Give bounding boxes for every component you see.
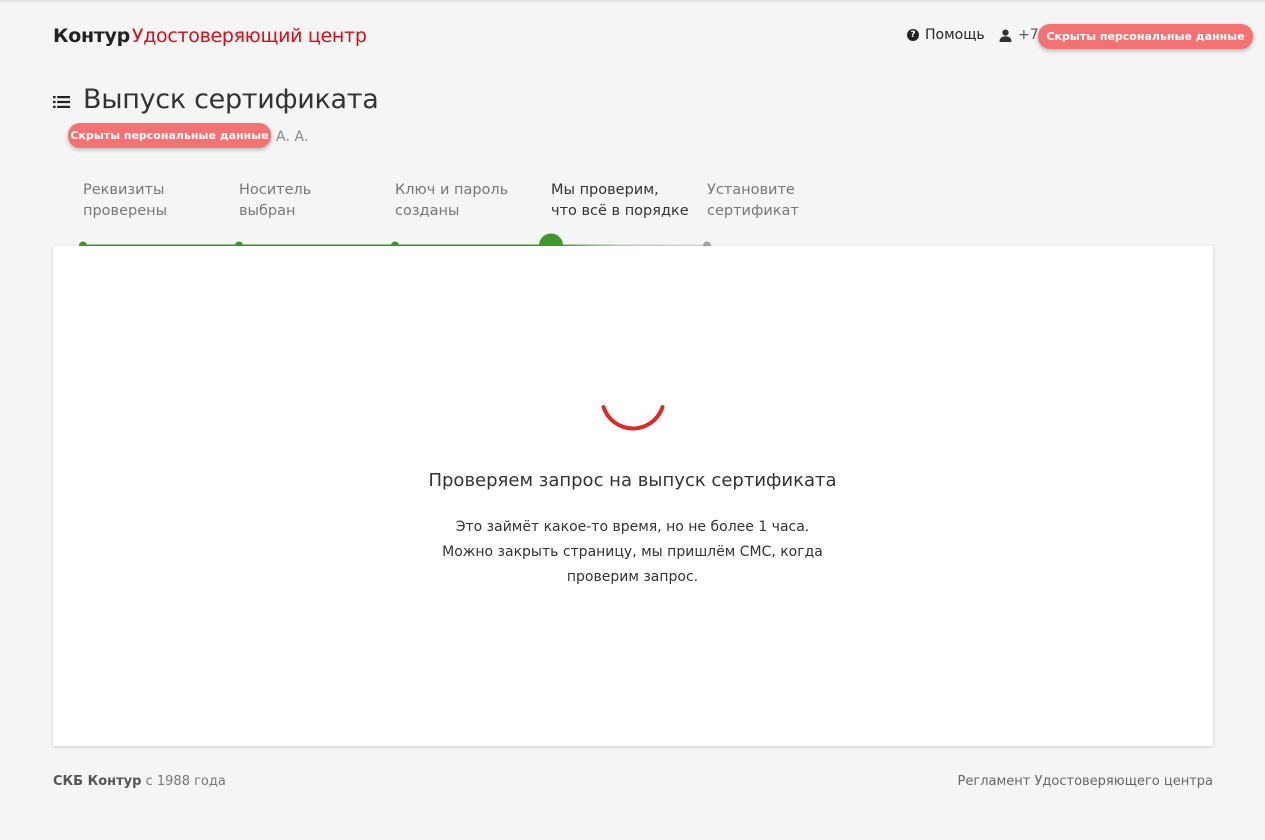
help-link[interactable]: ? Помощь — [907, 26, 985, 44]
regulation-link[interactable]: Регламент Удостоверяющего центра — [958, 773, 1213, 791]
help-circle-icon: ? — [907, 29, 919, 41]
logo-brand: Контур — [53, 25, 130, 47]
page-title: Выпуск сертификата — [83, 84, 379, 115]
logo[interactable]: Контур Удостоверяющий центр — [53, 24, 367, 48]
status-text-line-3: проверим запрос. — [566, 569, 699, 585]
status-title: Проверяем запрос на выпуск сертификата — [428, 470, 837, 491]
user-phone: +7 — [1018, 27, 1039, 43]
owner-initials: А. А. — [276, 129, 309, 145]
step-media-selected: Носитель выбран — [239, 182, 312, 219]
logo-product: Удостоверяющий центр — [131, 25, 367, 47]
footer-since: с 1988 года — [145, 774, 226, 789]
step-key-password-created: Ключ и пароль созданы — [395, 182, 509, 219]
status-text-line-2: Можно закрыть страницу, мы пришлём СМС, … — [442, 544, 823, 560]
status-card — [53, 246, 1213, 746]
step-requisites-checked: Реквизиты проверены — [83, 182, 168, 219]
help-label: Помощь — [925, 27, 985, 43]
loading-spinner-icon — [601, 405, 665, 431]
user-menu[interactable]: +7 — [999, 26, 1039, 44]
step-verification: Мы проверим, что всё в порядке — [551, 182, 689, 219]
footer-company: СКБ Контур — [53, 774, 142, 789]
user-icon — [999, 29, 1012, 42]
step-install-certificate: Установите сертификат — [707, 182, 799, 219]
status-text-line-1: Это займёт какое-то время, но не более 1… — [455, 519, 810, 535]
list-menu-icon[interactable] — [53, 95, 70, 109]
redacted-owner-name: Скрыты персональные данные — [68, 123, 271, 148]
footer-copyright: СКБ Контур с 1988 года — [53, 773, 226, 791]
redacted-user-data: Скрыты персональные данные — [1038, 24, 1253, 49]
